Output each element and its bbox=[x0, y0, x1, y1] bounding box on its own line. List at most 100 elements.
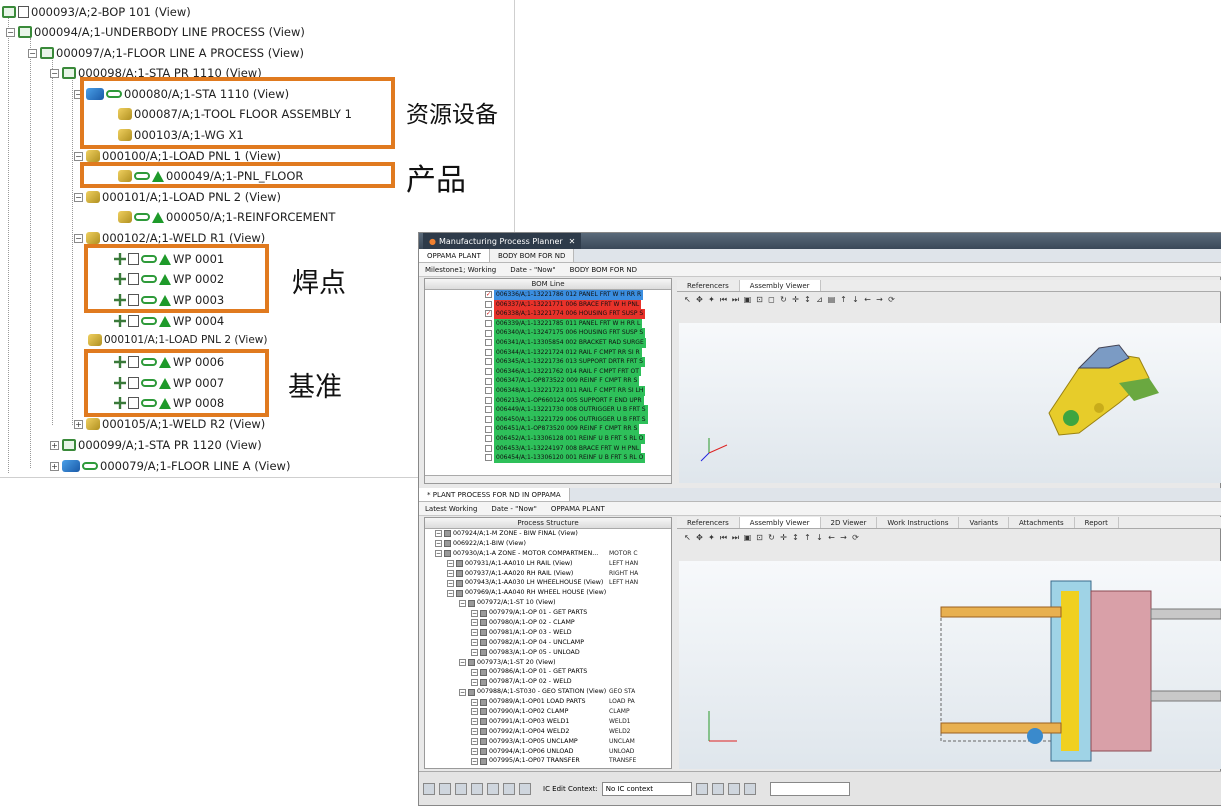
tree-node[interactable]: 000101/A;1-LOAD PNL 2 (View) bbox=[88, 330, 267, 350]
expand-icon[interactable]: − bbox=[447, 560, 454, 568]
arrow-right-icon[interactable]: → bbox=[875, 295, 884, 304]
status-button-icon[interactable] bbox=[711, 782, 724, 795]
bom-crumb[interactable]: BODY BOM FOR ND bbox=[570, 266, 637, 274]
process-row[interactable]: − 007972/A;1-ST 10 (View) bbox=[425, 598, 671, 608]
bom-row[interactable]: 006348/A;1-13221723 011 RAIL F CMPT RR S… bbox=[425, 385, 671, 396]
process-row[interactable]: − 007937/A;1-AA020 RH RAIL (View) RIGHT HA bbox=[425, 569, 671, 579]
expand-icon[interactable]: − bbox=[471, 629, 478, 637]
tree-node[interactable]: +000079/A;1-FLOOR LINE A (View) bbox=[50, 456, 290, 476]
status-button-icon[interactable] bbox=[455, 782, 467, 795]
section-icon[interactable]: ⊿ bbox=[815, 295, 824, 304]
revision-rule[interactable]: Latest Working bbox=[425, 505, 477, 513]
expand-icon[interactable]: − bbox=[471, 708, 478, 716]
rotate-icon[interactable]: ↻ bbox=[767, 533, 776, 542]
expand-icon[interactable]: − bbox=[447, 570, 454, 577]
row-checkbox[interactable] bbox=[485, 425, 492, 433]
bom-row[interactable]: 006340/A;1-13247175 006 HOUSING FRT SUSP… bbox=[425, 328, 671, 338]
tab-attachments[interactable]: Attachments bbox=[1009, 517, 1075, 528]
bom-row[interactable]: 006345/A;1-13221736 013 SUPPORT DRTR FRT… bbox=[425, 357, 671, 367]
date-rule[interactable]: Date - "Now" bbox=[510, 266, 555, 274]
bom-row[interactable]: 006453/A;1-13224197 008 BRACE FRT W H PN… bbox=[425, 443, 671, 454]
plant-crumb[interactable]: OPPAMA PLANT bbox=[551, 505, 605, 513]
refresh-icon[interactable]: ⟳ bbox=[887, 295, 896, 304]
expand-icon[interactable]: − bbox=[447, 579, 454, 587]
arrow-left-icon[interactable]: ← bbox=[827, 533, 836, 542]
expand-icon[interactable]: − bbox=[471, 668, 478, 676]
tab-assembly-viewer[interactable]: Assembly Viewer bbox=[739, 280, 821, 291]
process-row[interactable]: − 007994/A;1-OP06 UNLOAD UNLOAD bbox=[425, 747, 671, 757]
bom-line-header[interactable]: BOM Line bbox=[425, 279, 671, 290]
row-checkbox[interactable] bbox=[485, 387, 492, 395]
process-row[interactable]: − 007931/A;1-AA010 LH RAIL (View) LEFT HAN bbox=[425, 559, 671, 569]
status-button-icon[interactable] bbox=[439, 782, 451, 795]
arrow-left-icon[interactable]: ← bbox=[863, 295, 872, 304]
expand-icon[interactable]: + bbox=[74, 419, 83, 429]
tab-oppama-plant[interactable]: OPPAMA PLANT bbox=[419, 249, 490, 262]
bom-row[interactable]: 006454/A;1-13306120 001 REINF U B FRT S … bbox=[425, 453, 671, 463]
expand-icon[interactable]: − bbox=[435, 550, 442, 558]
tab-assembly-viewer[interactable]: Assembly Viewer bbox=[739, 517, 821, 528]
bom-row[interactable]: 006346/A;1-13221762 014 RAIL F CMPT FRT … bbox=[425, 366, 671, 377]
row-checkbox[interactable] bbox=[485, 454, 492, 462]
row-checkbox[interactable] bbox=[485, 435, 492, 443]
collapse-icon[interactable]: − bbox=[74, 151, 83, 161]
process-row[interactable]: − 007988/A;1-ST030 - GEO STATION (View) GE… bbox=[425, 687, 671, 697]
tab-body-bom[interactable]: BODY BOM FOR ND bbox=[489, 249, 575, 262]
status-button-icon[interactable] bbox=[727, 782, 740, 795]
row-checkbox[interactable] bbox=[485, 406, 492, 414]
pan-icon[interactable]: ✥ bbox=[695, 533, 704, 542]
window-tab[interactable]: ● Manufacturing Process Planner ✕ bbox=[423, 233, 582, 249]
status-button-icon[interactable] bbox=[519, 782, 531, 795]
zoom-icon[interactable]: ⊡ bbox=[755, 295, 764, 304]
updown-icon[interactable]: ↕ bbox=[803, 295, 812, 304]
expand-icon[interactable]: − bbox=[471, 619, 478, 627]
expand-icon[interactable]: − bbox=[471, 698, 478, 706]
process-row[interactable]: − 007930/A;1-A ZONE - MOTOR COMPARTMEN...… bbox=[425, 549, 671, 559]
fit-icon[interactable]: ▣ bbox=[743, 533, 752, 542]
tree-node[interactable]: 000093/A;2-BOP 101 (View) bbox=[2, 2, 191, 22]
process-row[interactable]: − 007981/A;1-OP 03 - WELD bbox=[425, 628, 671, 638]
close-icon[interactable]: ✕ bbox=[569, 237, 576, 246]
bom-row[interactable]: 006449/A;1-13221730 008 OUTRIGGER U B FR… bbox=[425, 405, 671, 415]
expand-icon[interactable]: − bbox=[471, 678, 478, 686]
status-button-icon[interactable] bbox=[487, 782, 499, 795]
expand-icon[interactable]: + bbox=[50, 461, 59, 471]
collapse-icon[interactable]: − bbox=[50, 68, 59, 78]
tab-referencers[interactable]: Referencers bbox=[677, 517, 740, 528]
row-checkbox[interactable]: ✓ bbox=[485, 310, 492, 318]
measure-icon[interactable]: ▤ bbox=[827, 295, 836, 304]
process-row[interactable]: − 007979/A;1-OP 01 - GET PARTS bbox=[425, 608, 671, 618]
assembly-viewport-top[interactable] bbox=[679, 323, 1221, 483]
expand-icon[interactable]: − bbox=[447, 589, 454, 597]
updown-icon[interactable]: ↕ bbox=[791, 533, 800, 542]
tree-node[interactable]: WP 0004 bbox=[114, 311, 224, 331]
tab-report[interactable]: Report bbox=[1075, 517, 1119, 528]
row-checkbox[interactable] bbox=[485, 339, 492, 347]
expand-icon[interactable]: − bbox=[435, 530, 442, 538]
row-checkbox[interactable] bbox=[485, 329, 492, 337]
first-icon[interactable]: ⏮ bbox=[719, 533, 728, 542]
process-row[interactable]: − 007986/A;1-OP 01 - GET PARTS bbox=[425, 667, 671, 677]
tab-referencers[interactable]: Referencers bbox=[677, 280, 740, 291]
bom-row[interactable]: 006339/A;1-13221785 011 PANEL FRT W H RR… bbox=[425, 318, 671, 329]
revision-rule[interactable]: Milestone1; Working bbox=[425, 266, 496, 274]
expand-icon[interactable]: + bbox=[50, 440, 59, 450]
collapse-icon[interactable]: − bbox=[6, 27, 15, 37]
move-icon[interactable]: ✛ bbox=[791, 295, 800, 304]
tree-node[interactable]: 000050/A;1-REINFORCEMENT bbox=[118, 207, 335, 227]
tab-work-instructions[interactable]: Work Instructions bbox=[877, 517, 960, 528]
status-button-icon[interactable] bbox=[503, 782, 515, 795]
assembly-viewport-bottom[interactable] bbox=[679, 561, 1221, 769]
select-icon[interactable]: ↖ bbox=[683, 295, 692, 304]
expand-icon[interactable]: − bbox=[459, 688, 466, 696]
next-icon[interactable]: ⏭ bbox=[731, 295, 740, 304]
process-row[interactable]: − 007987/A;1-OP 02 - WELD bbox=[425, 677, 671, 687]
expand-icon[interactable]: − bbox=[471, 728, 478, 736]
process-row[interactable]: − 007993/A;1-OP05 UNCLAMP UNCLAM bbox=[425, 737, 671, 747]
status-button-icon[interactable] bbox=[423, 782, 435, 795]
bom-row[interactable]: 006452/A;1-13306128 001 REINF U B FRT S … bbox=[425, 433, 671, 444]
status-button-icon[interactable] bbox=[743, 782, 756, 795]
arrow-down-icon[interactable]: ↓ bbox=[851, 295, 860, 304]
bom-row[interactable]: 006347/A;1-OP873522 009 REINF F CMPT RR … bbox=[425, 376, 671, 386]
first-icon[interactable]: ⏮ bbox=[719, 295, 728, 304]
